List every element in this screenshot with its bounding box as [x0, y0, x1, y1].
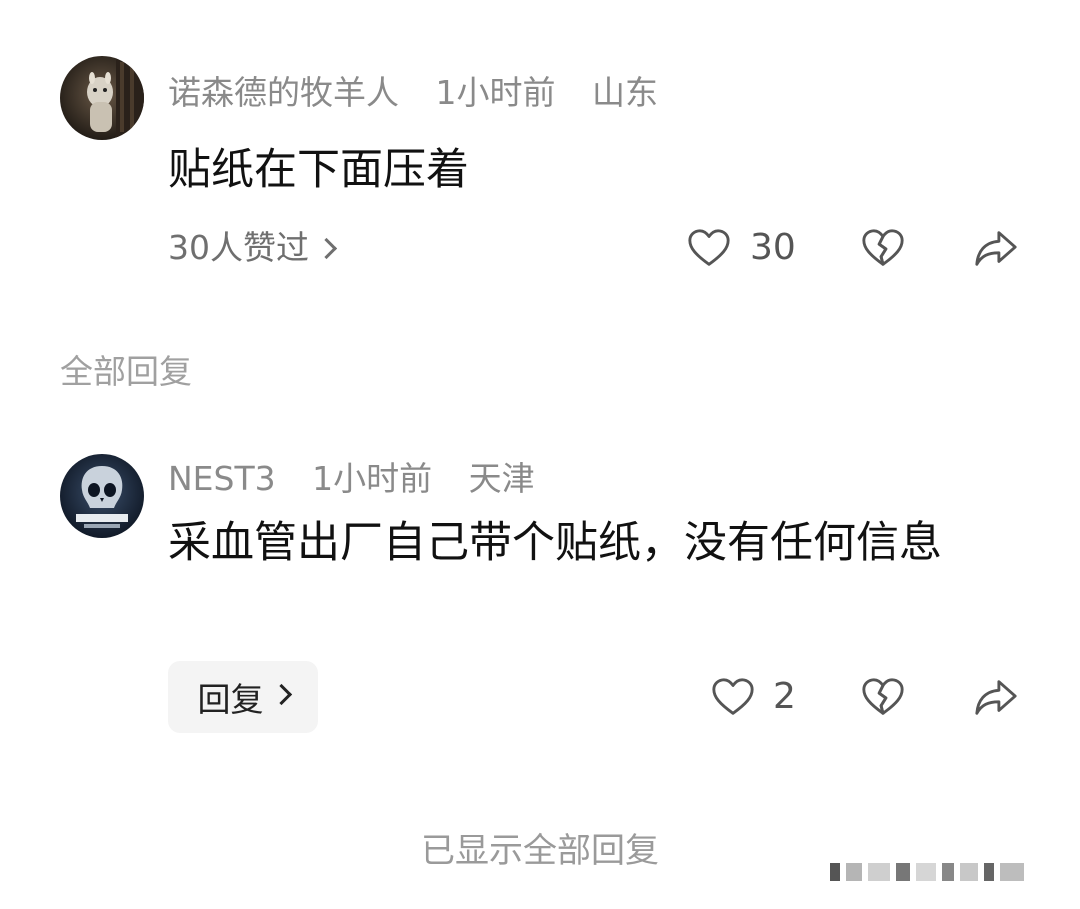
call-of-duty-skull-avatar-icon	[60, 454, 144, 538]
dislike-button[interactable]	[860, 674, 906, 720]
like-button[interactable]	[710, 674, 756, 720]
comment-text: 贴纸在下面压着	[168, 145, 469, 195]
likes-summary-link[interactable]: 30人赞过	[168, 228, 338, 268]
reply-button[interactable]: 回复	[168, 661, 318, 733]
like-button[interactable]	[686, 225, 732, 271]
location: 山东	[592, 73, 658, 112]
username[interactable]: NEST3	[168, 459, 276, 498]
heart-icon	[712, 678, 754, 715]
avatar-reply-1[interactable]	[60, 454, 144, 538]
chevron-right-icon	[315, 237, 338, 260]
share-arrow-icon	[975, 680, 1017, 715]
like-count: 30	[750, 227, 796, 268]
all-replies-heading: 全部回复	[60, 352, 192, 391]
comment-meta: 诺森德的牧羊人 1小时前 山东	[168, 73, 684, 113]
likes-summary-label: 30人赞过	[168, 228, 309, 267]
location: 天津	[468, 459, 535, 498]
alpaca-avatar-icon	[60, 56, 144, 140]
broken-heart-icon	[862, 229, 904, 266]
blurred-watermark	[830, 858, 1058, 886]
chevron-right-icon	[270, 683, 292, 705]
share-arrow-icon	[975, 231, 1017, 266]
like-count: 2	[773, 676, 796, 717]
share-button[interactable]	[973, 674, 1019, 720]
dislike-button[interactable]	[860, 225, 906, 271]
username[interactable]: 诺森德的牧羊人	[168, 73, 399, 112]
broken-heart-icon	[862, 678, 904, 715]
timestamp: 1小时前	[312, 459, 433, 498]
heart-icon	[688, 229, 730, 266]
reply-meta: NEST3 1小时前 天津	[168, 459, 561, 499]
reply-button-label: 回复	[197, 680, 264, 719]
timestamp: 1小时前	[435, 73, 556, 112]
avatar-comment-1[interactable]	[60, 56, 144, 140]
reply-text: 采血管出厂自己带个贴纸，没有任何信息	[168, 518, 942, 568]
share-button[interactable]	[973, 225, 1019, 271]
